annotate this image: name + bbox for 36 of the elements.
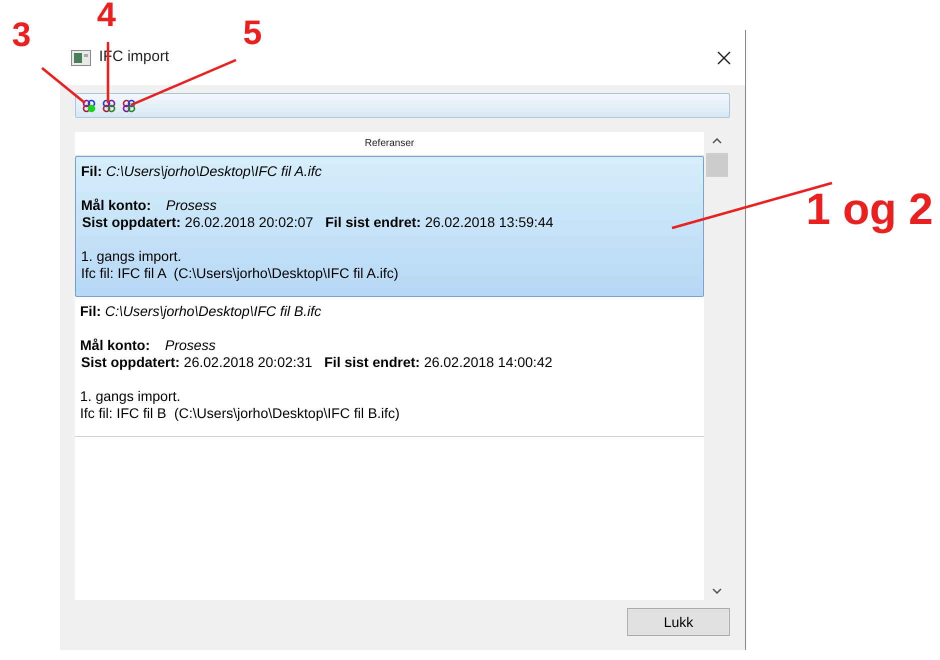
import-note: 1. gangs import. <box>80 388 182 405</box>
field-label: Mål konto: <box>80 337 150 354</box>
updated-value: 26.02.2018 20:02:07 <box>184 214 314 231</box>
file-path: C:\Users\jorho\Desktop\IFC fil A.ifc <box>106 163 322 180</box>
file-path: C:\Users\jorho\Desktop\IFC fil B.ifc <box>105 303 322 320</box>
annotation-label: 4 <box>97 0 116 32</box>
field-label: Fil: <box>80 303 101 320</box>
cluster-icon[interactable] <box>82 98 96 112</box>
scroll-up-icon[interactable] <box>712 138 722 144</box>
field-label: Sist oppdatert: <box>82 214 181 231</box>
account-value: Prosess <box>165 337 216 354</box>
ifc-file-line: Ifc fil: IFC fil A (C:\Users\jorho\Desktop\IFC fil A.ifc) <box>81 265 400 282</box>
list-item[interactable] <box>75 156 704 297</box>
column-header: Referanser <box>364 137 414 151</box>
annotation-label: 5 <box>243 16 262 50</box>
field-label: Fil sist endret: <box>325 214 421 231</box>
close-button[interactable]: Lukk <box>627 608 730 636</box>
scroll-down-icon[interactable] <box>712 588 722 594</box>
close-icon[interactable] <box>717 50 731 64</box>
annotation-label: 3 <box>12 18 31 52</box>
field-label: Fil: <box>81 163 102 180</box>
field-label: Fil sist endret: <box>324 354 420 371</box>
field-label: Sist oppdatert: <box>81 354 180 371</box>
import-note: 1. gangs import. <box>81 248 182 265</box>
leader-line <box>41 67 86 104</box>
annotation-label: 1 og 2 <box>806 188 934 232</box>
changed-value: 26.02.2018 13:59:44 <box>424 214 554 231</box>
cluster-icon[interactable] <box>122 98 136 112</box>
app-icon <box>71 50 91 66</box>
changed-value: 26.02.2018 14:00:42 <box>424 354 552 371</box>
scroll-thumb[interactable] <box>706 153 728 177</box>
field-label: Mål konto: <box>81 197 151 214</box>
account-value: Prosess <box>166 197 217 214</box>
ifc-file-line: Ifc fil: IFC fil B (C:\Users\jorho\Desktop\IFC fil B.ifc) <box>80 405 401 422</box>
updated-value: 26.02.2018 20:02:31 <box>184 354 312 371</box>
cluster-icon[interactable] <box>102 98 116 112</box>
